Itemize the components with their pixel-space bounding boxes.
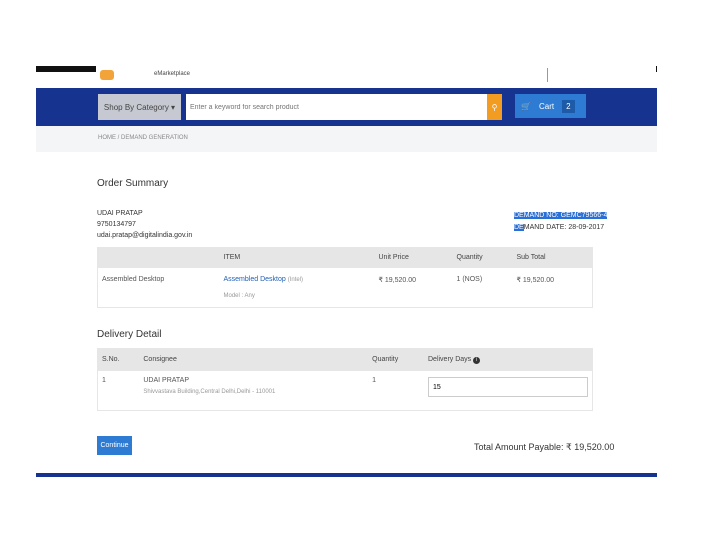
cart-icon: 🛒 — [521, 101, 531, 111]
delivery-days-label: Delivery Days — [428, 355, 472, 363]
delivery-table: S.No. Consignee Quantity Delivery Days i… — [97, 348, 593, 411]
col-header-quantity: Quantity — [452, 247, 513, 268]
demand-number: DEMAND NO: GEMC79566-4 — [514, 212, 608, 219]
item-model: Model : Any — [223, 293, 255, 299]
demand-date: MAND DATE: 28-09-2017 — [523, 224, 605, 231]
buyer-info: UDAI PRATAP 9750134797 udai.pratap@digit… — [97, 208, 192, 241]
col-header-item: ITEM — [219, 247, 375, 268]
consignee-address: Shivvastava Building,Central Delhi,Delhi… — [143, 389, 276, 395]
table-row: 1 UDAI PRATAP Shivvastava Building,Centr… — [97, 370, 593, 411]
total-amount: Total Amount Payable: ₹ 19,520.00 — [474, 442, 615, 452]
header-divider — [547, 68, 548, 82]
shop-by-category-button[interactable]: Shop By Category ▾ — [98, 94, 181, 120]
footer-bar — [36, 473, 657, 477]
breadcrumb: HOME / DEMAND GENERATION — [36, 126, 657, 152]
col-header-subtotal: Sub Total — [512, 247, 593, 268]
buyer-email: udai.pratap@digitalindia.gov.in — [97, 232, 193, 239]
item-brand: (Intel) — [287, 277, 304, 283]
emblem-icon — [100, 70, 114, 80]
col-header-consignee: Consignee — [139, 348, 369, 371]
col-header-sno: S.No. — [97, 348, 140, 371]
demand-date-highlight: DE — [514, 224, 524, 231]
col-header-unit-price: Unit Price — [374, 247, 453, 268]
col-header-category — [97, 247, 220, 268]
row-category: Assembled Desktop — [97, 267, 220, 308]
continue-button[interactable]: Continue — [97, 436, 132, 455]
demand-info: DEMAND NO: GEMC79566-4 DEMAND DATE: 28-0… — [514, 210, 608, 234]
cart-label: Cart — [538, 101, 555, 111]
col-header-delivery-quantity: Quantity — [368, 348, 424, 371]
consignee-name: UDAI PRATAP — [143, 377, 190, 384]
row-quantity: 1 (NOS) — [452, 267, 513, 308]
row-delivery-quantity: 1 — [368, 370, 424, 411]
col-header-delivery-days: Delivery Days i — [424, 348, 593, 371]
order-table: ITEM Unit Price Quantity Sub Total Assem… — [97, 247, 593, 308]
item-link[interactable]: Assembled Desktop — [224, 276, 286, 283]
info-icon[interactable]: i — [473, 356, 481, 364]
table-row: Assembled Desktop Assembled Desktop (Int… — [97, 267, 593, 308]
search-button[interactable]: ⚲ — [487, 94, 502, 120]
row-subtotal: ₹ 19,520.00 — [512, 267, 593, 308]
buyer-name: UDAI PRATAP — [97, 210, 143, 217]
buyer-phone: 9750134797 — [97, 221, 136, 228]
row-sno: 1 — [97, 370, 140, 411]
logo-text: eMarketplace — [154, 71, 191, 77]
header-logo-area: eMarketplace — [96, 66, 656, 88]
search-input[interactable] — [186, 94, 487, 120]
delivery-table-header: S.No. Consignee Quantity Delivery Days i — [97, 348, 593, 371]
search-icon: ⚲ — [491, 102, 498, 112]
row-unit-price: ₹ 19,520.00 — [374, 267, 453, 308]
delivery-detail-title: Delivery Detail — [97, 329, 162, 340]
order-summary-title: Order Summary — [97, 178, 169, 189]
order-table-header: ITEM Unit Price Quantity Sub Total — [97, 247, 593, 268]
navbar: Shop By Category ▾ ⚲ 🛒 Cart 2 — [36, 88, 657, 126]
cart-count-badge: 2 — [562, 99, 575, 113]
delivery-days-input[interactable] — [428, 377, 588, 397]
cart-button[interactable]: 🛒 Cart 2 — [515, 94, 586, 118]
